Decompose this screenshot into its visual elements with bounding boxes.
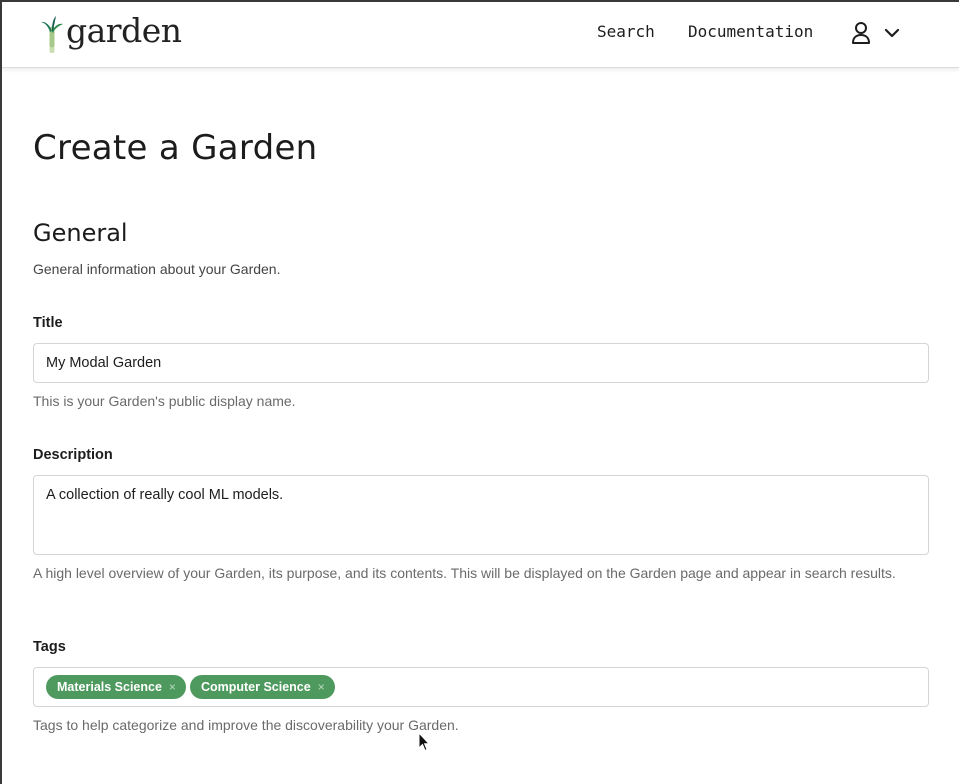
tag-remove-icon[interactable]: × bbox=[169, 680, 176, 694]
logo-text: garden bbox=[66, 11, 182, 50]
tags-field[interactable]: Materials Science × Computer Science × bbox=[33, 667, 929, 707]
title-help-text: This is your Garden's public display nam… bbox=[33, 393, 296, 409]
title-input[interactable] bbox=[34, 344, 928, 382]
tag-label: Computer Science bbox=[200, 680, 311, 694]
mouse-cursor-icon bbox=[418, 732, 430, 752]
window-border-left bbox=[0, 0, 2, 784]
nav-documentation-link[interactable]: Documentation bbox=[688, 22, 813, 41]
general-section-description: General information about your Garden. bbox=[33, 261, 281, 277]
tag-chip: Computer Science × bbox=[189, 675, 335, 699]
garden-logo[interactable]: garden bbox=[39, 11, 182, 53]
description-textarea[interactable]: A collection of really cool ML models. bbox=[34, 476, 928, 554]
user-menu-button[interactable] bbox=[850, 21, 900, 45]
description-help-text: A high level overview of your Garden, it… bbox=[33, 565, 896, 581]
tag-chip: Materials Science × bbox=[46, 675, 186, 699]
top-navbar: garden Search Documentation bbox=[2, 2, 959, 68]
tag-label: Materials Science bbox=[57, 680, 162, 694]
description-label: Description bbox=[33, 447, 113, 463]
tag-remove-icon[interactable]: × bbox=[318, 680, 325, 694]
nav-search-link[interactable]: Search bbox=[597, 22, 655, 41]
title-label: Title bbox=[33, 315, 63, 331]
title-field[interactable] bbox=[33, 343, 929, 383]
general-section-heading: General bbox=[33, 219, 128, 247]
leek-logo-icon bbox=[41, 16, 63, 53]
description-field[interactable]: A collection of really cool ML models. bbox=[33, 475, 929, 555]
page-title: Create a Garden bbox=[33, 128, 318, 168]
tags-label: Tags bbox=[33, 639, 66, 655]
chevron-down-icon bbox=[884, 28, 900, 38]
tags-help-text: Tags to help categorize and improve the … bbox=[33, 717, 459, 733]
user-icon bbox=[852, 22, 870, 44]
